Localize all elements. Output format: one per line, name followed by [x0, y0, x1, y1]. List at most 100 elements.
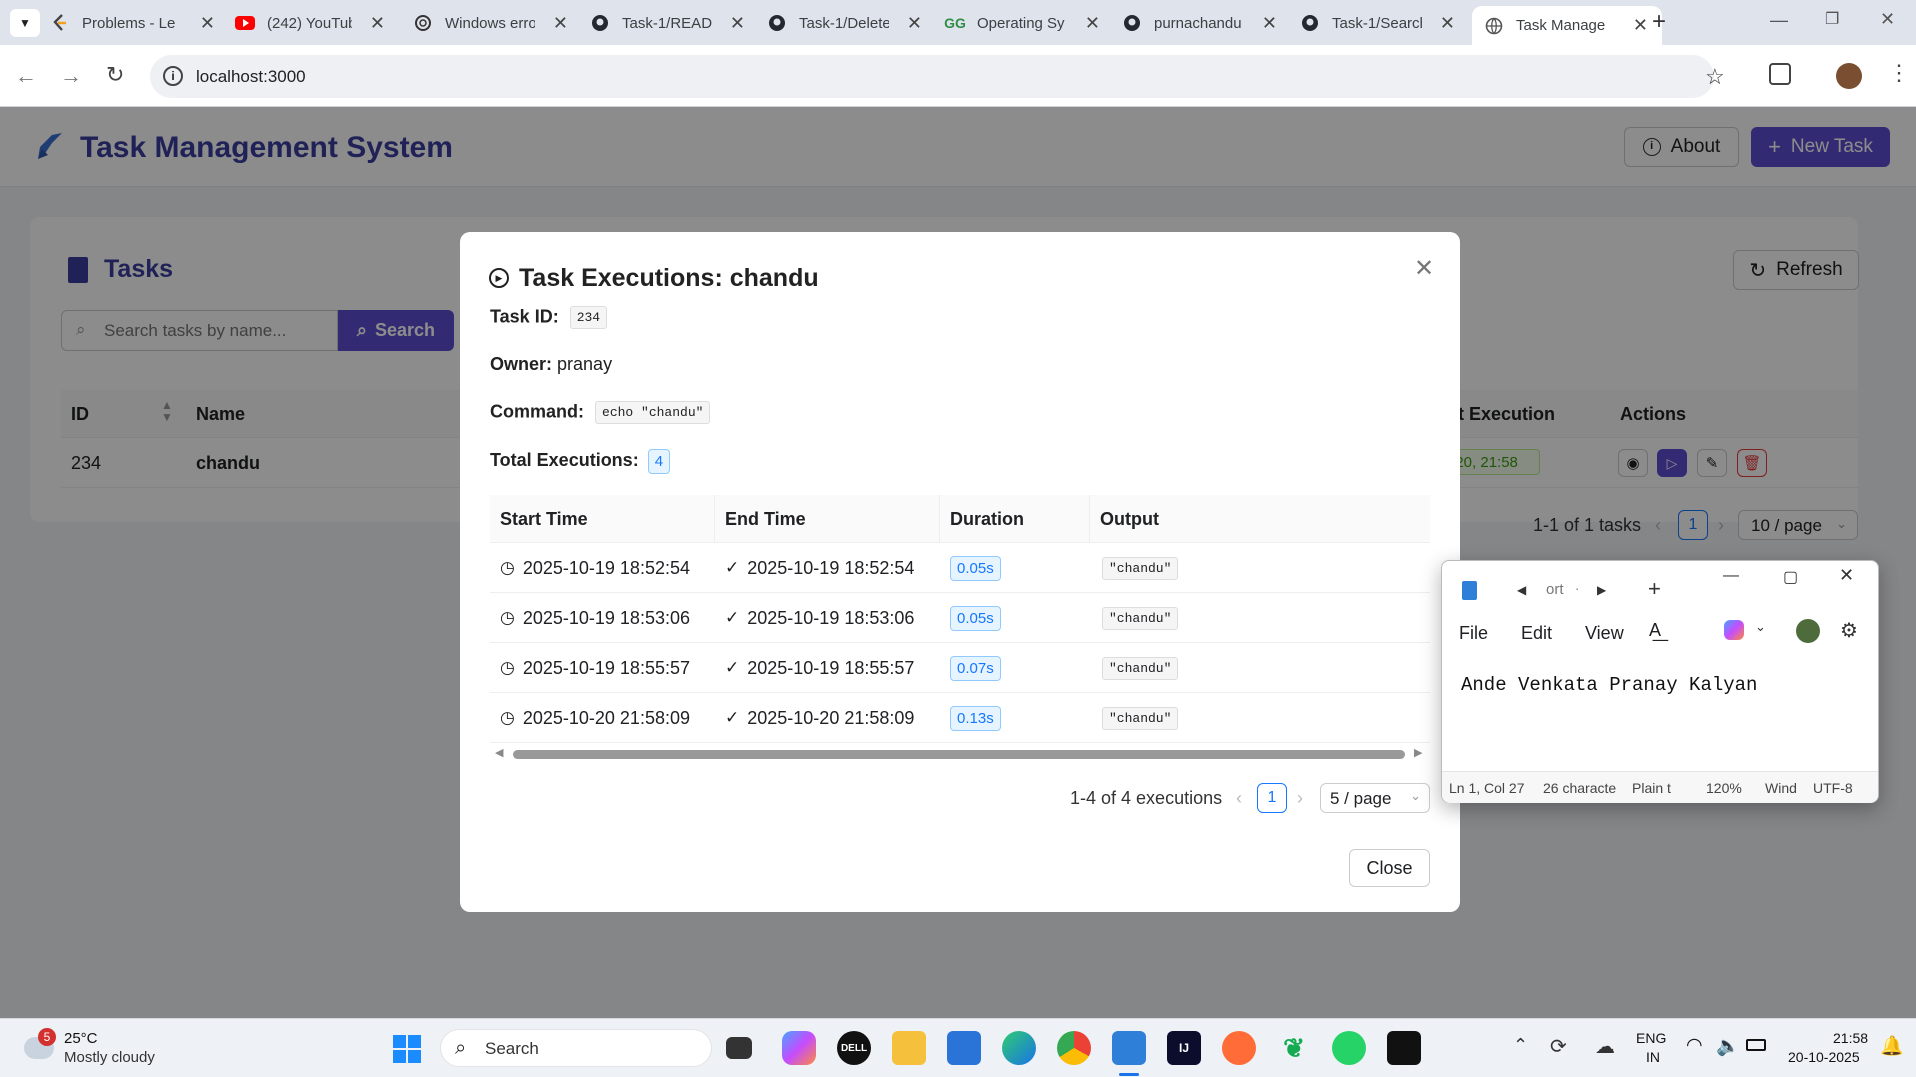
language-in[interactable]: IN	[1646, 1049, 1660, 1065]
onedrive-icon[interactable]: ☁	[1595, 1034, 1615, 1059]
total-executions-tag: 4	[647, 449, 671, 474]
taskbar-search[interactable]: ⌕ Search	[440, 1029, 712, 1067]
postman-icon[interactable]	[1222, 1031, 1256, 1065]
battery-icon[interactable]	[1746, 1039, 1766, 1051]
close-icon[interactable]: ✕	[1440, 13, 1455, 34]
notifications-icon[interactable]: 🔔	[1880, 1034, 1904, 1058]
table-row: ◷ 2025-10-19 18:52:54 ✓ 2025-10-19 18:52:5…	[490, 543, 1430, 593]
weather-temp[interactable]: 25°C	[64, 1030, 98, 1047]
forward-icon[interactable]: →	[60, 63, 82, 89]
close-icon[interactable]: ✕	[1262, 13, 1277, 34]
browser-menu-icon[interactable]: ⋮	[1888, 60, 1910, 86]
close-button[interactable]: Close	[1349, 849, 1430, 887]
new-tab-icon[interactable]: +	[1648, 576, 1661, 602]
menu-file[interactable]: File	[1459, 623, 1488, 644]
notepad-icon[interactable]	[1112, 1031, 1146, 1065]
next-page-icon[interactable]: ›	[1297, 788, 1303, 809]
close-icon[interactable]: ✕	[200, 13, 215, 34]
tab-search[interactable]: Task-1/Search ✕	[1300, 6, 1455, 40]
close-icon[interactable]: ✕	[730, 13, 745, 34]
close-icon[interactable]: ✕	[370, 13, 385, 34]
dell-icon[interactable]: DELL	[837, 1031, 871, 1065]
tab-scroll-left-icon[interactable]: ◀	[1517, 583, 1526, 597]
close-icon[interactable]: ✕	[1085, 13, 1100, 34]
horizontal-scrollbar[interactable]: ◀ ▶	[490, 746, 1430, 762]
tab-readme[interactable]: Task-1/READ ✕	[590, 6, 745, 40]
site-info-icon[interactable]: i	[163, 66, 183, 86]
weather-description[interactable]: Mostly cloudy	[64, 1049, 155, 1066]
tab-windows-error[interactable]: Windows erro ✕	[413, 6, 568, 40]
back-icon[interactable]: ←	[15, 63, 37, 89]
url-text[interactable]: localhost:3000	[196, 67, 306, 87]
scrollbar-thumb[interactable]	[513, 750, 1405, 759]
menu-edit[interactable]: Edit	[1521, 623, 1552, 644]
executions-per-page-select[interactable]: 5 / page ⌄	[1320, 783, 1430, 813]
file-explorer-icon[interactable]	[892, 1031, 926, 1065]
tab-close-icon[interactable]: ·	[1575, 581, 1579, 596]
tab-title: Task Manage	[1516, 17, 1606, 34]
tab-task-manager[interactable]: Task Manage ✕	[1472, 6, 1662, 45]
extensions-icon[interactable]	[1769, 63, 1791, 85]
reload-icon[interactable]: ↻	[106, 62, 124, 88]
language-eng[interactable]: ENG	[1636, 1030, 1666, 1046]
minimize-window-button[interactable]: —	[1770, 10, 1788, 31]
clock-date[interactable]: 20-10-2025	[1788, 1049, 1860, 1065]
wifi-icon[interactable]: ◠	[1686, 1034, 1703, 1057]
tab-list-dropdown[interactable]: ▼	[10, 9, 40, 37]
mongodb-icon[interactable]: ❦	[1277, 1031, 1311, 1065]
intellij-icon[interactable]: IJ	[1167, 1031, 1201, 1065]
start-time-cell: ◷ 2025-10-19 18:52:54	[500, 543, 690, 593]
close-icon[interactable]: ✕	[1633, 15, 1648, 36]
start-time: 2025-10-19 18:53:06	[522, 607, 690, 628]
duration-tag: 0.07s	[950, 655, 1001, 681]
restore-window-button[interactable]: ❐	[1825, 9, 1839, 29]
tab-purnachandu[interactable]: purnachandu ✕	[1122, 6, 1277, 40]
chevron-down-icon: ⌄	[1410, 788, 1421, 803]
close-icon[interactable]: ✕	[553, 13, 568, 34]
settings-gear-icon[interactable]: ⚙	[1840, 618, 1858, 643]
microsoft-store-icon[interactable]	[947, 1031, 981, 1065]
prev-page-icon[interactable]: ‹	[1236, 788, 1242, 809]
task-view-icon[interactable]	[726, 1037, 752, 1059]
new-tab-button[interactable]: +	[1652, 8, 1666, 36]
whatsapp-icon[interactable]	[1332, 1031, 1366, 1065]
close-icon[interactable]: ✕	[907, 13, 922, 34]
volume-icon[interactable]: 🔈	[1716, 1034, 1740, 1058]
text-format-icon[interactable]: A͟	[1649, 620, 1661, 641]
minimize-icon[interactable]: —	[1723, 567, 1739, 585]
close-window-button[interactable]: ✕	[1880, 9, 1895, 30]
copilot-icon[interactable]	[1724, 620, 1744, 640]
executions-pagination-summary: 1-4 of 4 executions	[1070, 788, 1223, 808]
close-icon[interactable]: ✕	[1839, 565, 1854, 586]
scroll-right-icon[interactable]: ▶	[1414, 746, 1422, 759]
sync-icon[interactable]: ⟳	[1550, 1034, 1567, 1059]
copilot-icon[interactable]	[782, 1031, 816, 1065]
tab-scroll-right-icon[interactable]: ▶	[1597, 583, 1606, 597]
scroll-left-icon[interactable]: ◀	[495, 746, 503, 759]
chrome-icon[interactable]	[1057, 1031, 1091, 1065]
clock-time[interactable]: 21:58	[1833, 1030, 1868, 1046]
show-hidden-icons[interactable]: ⌃	[1513, 1035, 1528, 1056]
tab-operating-systems[interactable]: GG Operating Sy ✕	[944, 6, 1100, 40]
address-bar[interactable]: i localhost:3000 ☆	[150, 55, 1725, 98]
start-time: 2025-10-19 18:55:57	[522, 657, 690, 678]
page-1-button[interactable]: 1	[1257, 783, 1287, 813]
bookmark-star-icon[interactable]: ☆	[1705, 64, 1725, 90]
chevron-down-icon[interactable]: ⌄	[1755, 619, 1766, 635]
menu-view[interactable]: View	[1585, 623, 1624, 644]
maximize-icon[interactable]: ▢	[1783, 567, 1798, 587]
status-zoom: 120%	[1706, 780, 1742, 796]
capcut-icon[interactable]	[1387, 1031, 1421, 1065]
duration-cell: 0.05s	[950, 543, 1001, 593]
start-windows-icon[interactable]	[393, 1035, 421, 1063]
avatar[interactable]	[1796, 619, 1820, 643]
tab-delete[interactable]: Task-1/Delete ✕	[767, 6, 922, 40]
notepad-text[interactable]: Ande Venkata Pranay Kalyan	[1461, 674, 1757, 696]
output-code: "chandu"	[1102, 606, 1179, 630]
modal-close-icon[interactable]: ✕	[1414, 254, 1434, 283]
avatar[interactable]	[1836, 63, 1862, 89]
edge-icon[interactable]	[1002, 1031, 1036, 1065]
tab-youtube[interactable]: (242) YouTub ✕	[235, 6, 385, 40]
tab-problems[interactable]: Problems - Le ✕	[50, 6, 215, 40]
notepad-tab-title[interactable]: ort	[1546, 581, 1564, 598]
